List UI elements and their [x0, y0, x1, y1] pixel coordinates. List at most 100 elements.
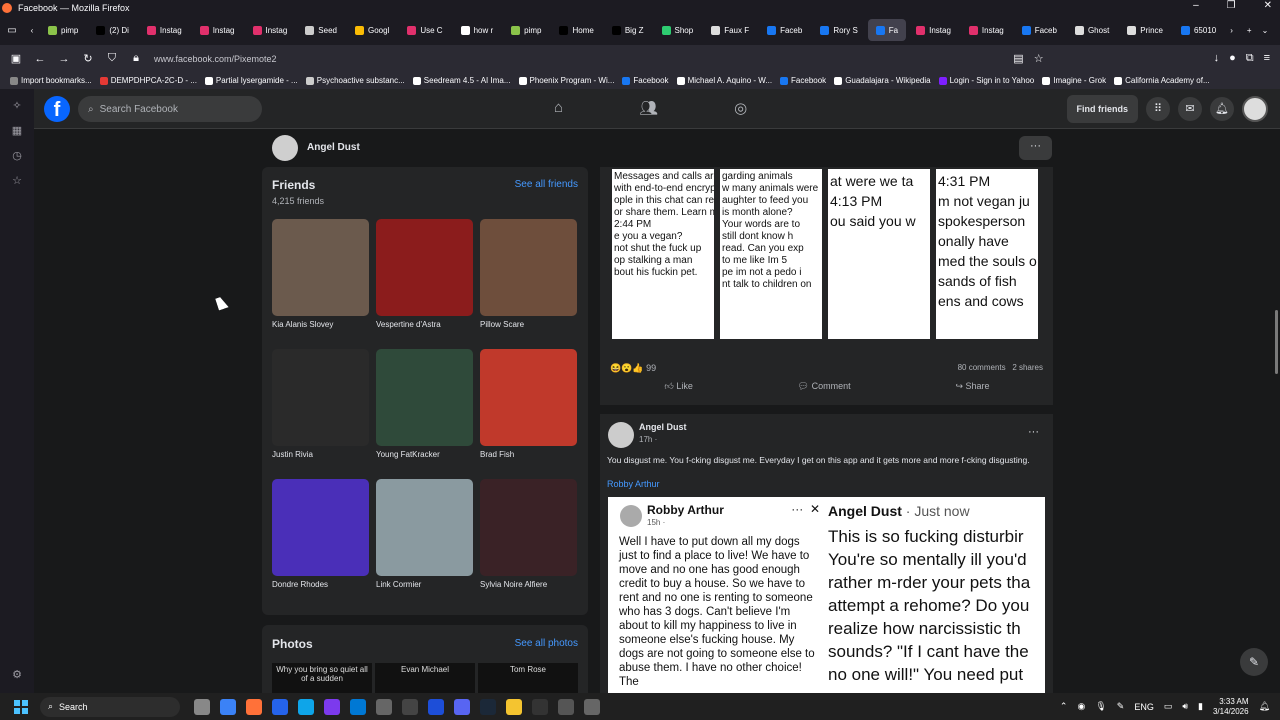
- lock-icon[interactable]: 🔒︎: [124, 52, 148, 65]
- language-indicator[interactable]: ENG: [1134, 702, 1154, 712]
- browser-tab[interactable]: Home: [551, 19, 601, 41]
- notifications-bell-icon[interactable]: 🔔︎: [1210, 97, 1234, 121]
- browser-tab[interactable]: Use C: [399, 19, 450, 41]
- profile-more-button[interactable]: ···: [1019, 136, 1052, 160]
- bookmark-item[interactable]: Guadalajara - Wikipedia: [834, 76, 931, 85]
- page-scrollbar[interactable]: [1275, 310, 1278, 374]
- facebook-logo-icon[interactable]: f: [44, 96, 70, 122]
- folder-icon[interactable]: [506, 698, 522, 715]
- see-all-photos-link[interactable]: See all photos: [515, 638, 578, 649]
- tray-icon[interactable]: ◉: [1077, 701, 1085, 712]
- minimize-icon[interactable]: –: [1193, 0, 1199, 11]
- messenger-icon[interactable]: ✉: [1178, 97, 1202, 121]
- like-button[interactable]: 👍︎ Like: [664, 381, 692, 392]
- post-screenshot-image[interactable]: Robby Arthur 15h · ··· ✕ Well I have to …: [608, 497, 1045, 693]
- tab-overflow-icon[interactable]: ⌄: [1262, 26, 1269, 35]
- friend-name[interactable]: Brad Fish: [480, 450, 577, 459]
- firefox-icon[interactable]: [246, 698, 262, 715]
- browser-tab[interactable]: Instag: [245, 19, 296, 41]
- browser-tab[interactable]: pimp: [503, 19, 549, 41]
- shield-icon[interactable]: ⛉: [100, 52, 124, 65]
- app-icon[interactable]: [584, 698, 600, 715]
- browser-tab[interactable]: Instag: [139, 19, 190, 41]
- post-options-icon[interactable]: ···: [1028, 426, 1039, 438]
- app-icon[interactable]: [324, 698, 340, 715]
- menu-grid-icon[interactable]: ⠿: [1146, 97, 1170, 121]
- app-icon[interactable]: [558, 698, 574, 715]
- bookmark-item[interactable]: Partial lysergamide - ...: [204, 76, 298, 85]
- friend-card[interactable]: Justin Rivia: [272, 349, 369, 479]
- browser-tab[interactable]: Googl: [347, 19, 397, 41]
- microphone-icon[interactable]: 🎙︎: [1095, 701, 1106, 712]
- bookmark-item[interactable]: Michael A. Aquino - W...: [676, 76, 772, 85]
- browser-tab[interactable]: Instag: [908, 19, 959, 41]
- taskbar-search[interactable]: ⌕ Search: [40, 696, 180, 717]
- shares-count[interactable]: 2 shares: [1012, 363, 1043, 372]
- reaction-summary[interactable]: 😆😮👍 99: [610, 363, 656, 374]
- tab-list-icon[interactable]: ▭: [0, 25, 24, 36]
- browser-tab[interactable]: pimp: [40, 19, 86, 41]
- bookmark-item[interactable]: Import bookmarks...: [10, 76, 92, 85]
- post-image-collage[interactable]: Messages and calls are sewith end-to-end…: [612, 169, 1042, 339]
- browser-tab[interactable]: Faux F: [703, 19, 757, 41]
- settings-icon[interactable]: [376, 698, 392, 715]
- battery-icon[interactable]: ▮: [1198, 701, 1203, 712]
- bookmark-item[interactable]: Login - Sign in to Yahoo: [938, 76, 1034, 85]
- close-icon[interactable]: ✕: [1264, 0, 1272, 11]
- post-time[interactable]: 17h ·: [639, 435, 657, 444]
- friend-name[interactable]: Pillow Scare: [480, 320, 577, 329]
- friend-card[interactable]: Young FatKracker: [376, 349, 473, 479]
- history-icon[interactable]: ◷: [12, 149, 22, 162]
- browser-tab[interactable]: Big Z: [604, 19, 652, 41]
- groups-icon[interactable]: ◎: [734, 99, 747, 117]
- friend-photo[interactable]: [480, 349, 577, 446]
- browser-tab[interactable]: Fa: [867, 19, 907, 41]
- bookmark-item[interactable]: DEMPDHPCA-2C-D - ...: [99, 76, 197, 85]
- browser-tab[interactable]: Instag: [961, 19, 1012, 41]
- photo-thumb[interactable]: Why you bring so quiet all of a sudden: [272, 663, 372, 693]
- post-author-avatar[interactable]: [608, 422, 634, 448]
- friend-name[interactable]: Young FatKracker: [376, 450, 473, 459]
- friend-card[interactable]: Vespertine d'Astra: [376, 219, 473, 349]
- ai-sparkle-icon[interactable]: ✧: [12, 99, 21, 112]
- friend-name[interactable]: Kia Alanis Slovey: [272, 320, 369, 329]
- friend-photo[interactable]: [376, 219, 473, 316]
- find-friends-button[interactable]: Find friends: [1066, 95, 1138, 123]
- friend-name[interactable]: Sylvia Noire Alfiere: [480, 580, 577, 589]
- friend-card[interactable]: Pillow Scare: [480, 219, 577, 349]
- friend-photo[interactable]: [480, 479, 577, 576]
- bookmark-item[interactable]: Seedream 4.5 - AI Ima...: [412, 76, 511, 85]
- tab-scroll-left-icon[interactable]: ‹: [24, 26, 40, 35]
- friend-name[interactable]: Justin Rivia: [272, 450, 369, 459]
- copilot-icon[interactable]: [220, 698, 236, 715]
- account-avatar[interactable]: [1242, 96, 1268, 122]
- pen-icon[interactable]: ✎: [1117, 701, 1125, 712]
- browser-tab[interactable]: Instag: [192, 19, 243, 41]
- friend-name[interactable]: Dondre Rhodes: [272, 580, 369, 589]
- friend-card[interactable]: Link Cormier: [376, 479, 473, 609]
- profile-avatar[interactable]: [272, 135, 298, 161]
- bookmark-item[interactable]: California Academy of...: [1114, 76, 1210, 85]
- new-tab-icon[interactable]: +: [1247, 26, 1252, 35]
- speaker-icon[interactable]: 🔊︎: [1182, 701, 1188, 712]
- notes-icon[interactable]: [298, 698, 314, 715]
- friend-photo[interactable]: [376, 349, 473, 446]
- share-button[interactable]: ↪ Share: [955, 381, 989, 392]
- outlook-icon[interactable]: [350, 698, 366, 715]
- friend-photo[interactable]: [272, 479, 369, 576]
- reload-icon[interactable]: ↻: [76, 52, 100, 65]
- post-tag-link[interactable]: Robby Arthur: [607, 479, 660, 489]
- friend-card[interactable]: Dondre Rhodes: [272, 479, 369, 609]
- search-input[interactable]: ⌕ Search Facebook: [78, 96, 262, 122]
- extensions-icon[interactable]: ⧉: [1246, 52, 1254, 65]
- friend-card[interactable]: Brad Fish: [480, 349, 577, 479]
- bookmark-item[interactable]: Facebook: [780, 76, 826, 85]
- media-player-icon[interactable]: [532, 698, 548, 715]
- bookmark-item[interactable]: Facebook: [622, 76, 669, 85]
- comment-button[interactable]: 💬︎ Comment: [798, 381, 851, 392]
- file-icon[interactable]: [194, 698, 210, 715]
- photo-thumb[interactable]: Evan Michael: [375, 663, 475, 693]
- browser-tab[interactable]: Faceb: [759, 19, 810, 41]
- comments-count[interactable]: 80 comments: [958, 363, 1006, 372]
- display-icon[interactable]: ▭: [1164, 701, 1173, 712]
